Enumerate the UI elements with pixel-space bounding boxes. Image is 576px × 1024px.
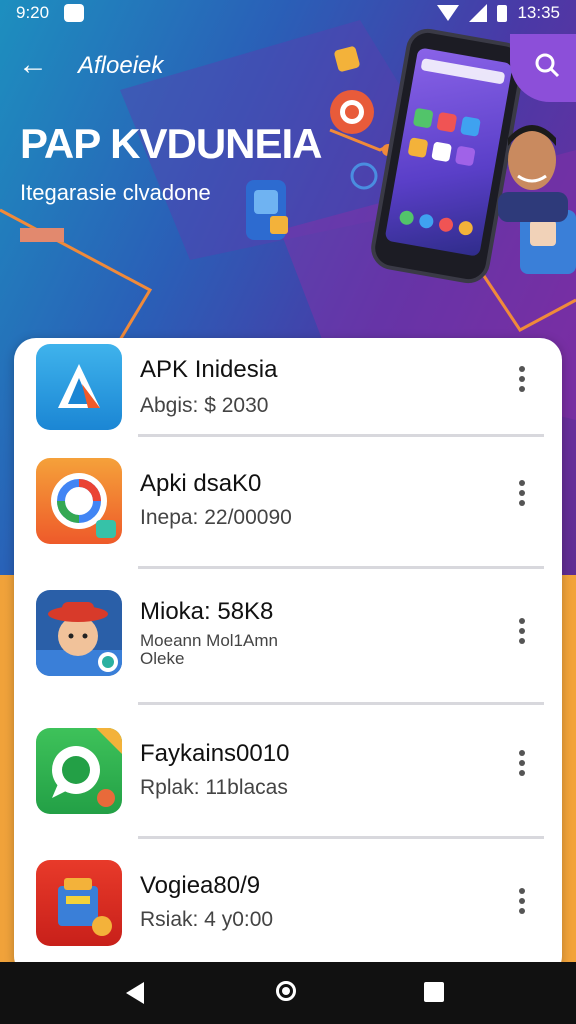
notification-icon <box>64 4 84 22</box>
app-name: APK Inidesia <box>140 356 278 383</box>
search-icon <box>535 53 560 78</box>
app-screen: 9:20 13:35 ← Afloeiek PAP KVDUNEIA Itega… <box>0 0 576 962</box>
app-name: Apki dsaK0 <box>140 470 262 497</box>
divider <box>138 566 544 569</box>
list-item[interactable]: Mioka: 58K8 Moeann Mol1Amn Oleke <box>14 588 562 708</box>
list-item[interactable]: Vogiea80/9 Rsiak: 4 y0:00 <box>14 858 562 962</box>
status-icons: 13:35 <box>437 3 560 23</box>
battery-icon <box>497 4 508 22</box>
app-meta: Inepa: 22/00090 <box>140 506 292 529</box>
app-meta: Abgis: $ 2030 <box>140 394 269 417</box>
hero-title: PAP KVDUNEIA <box>20 120 323 167</box>
more-vert-icon[interactable] <box>512 614 532 654</box>
chat-bubble-icon <box>36 728 122 814</box>
divider <box>138 702 544 705</box>
gear-g-icon <box>36 458 122 544</box>
app-meta: Rplak: 11blacas <box>140 776 288 799</box>
app-meta: Rsiak: 4 y0:00 <box>140 908 274 931</box>
app-meta: Moeann Mol1Amn <box>140 631 278 650</box>
hero-accent-bar <box>20 228 64 242</box>
app-name: Vogiea80/9 <box>140 872 261 899</box>
app-name: Mioka: 58K8 <box>140 598 274 625</box>
signal-icon <box>469 4 488 22</box>
list-item[interactable]: Faykains0010 Rplak: 11blacas <box>14 724 562 844</box>
back-button[interactable]: ← <box>18 48 58 82</box>
status-time: 9:20 <box>16 3 50 22</box>
more-vert-icon[interactable] <box>512 476 532 516</box>
app-meta-secondary: Oleke <box>140 649 185 668</box>
divider <box>138 434 544 437</box>
status-bar: 9:20 13:35 <box>0 0 576 28</box>
avatar-character-icon <box>36 590 122 676</box>
wifi-icon <box>437 5 460 21</box>
nav-home-icon[interactable] <box>276 981 296 1001</box>
app-name: Faykains0010 <box>140 740 290 767</box>
app-bar: ← Afloeiek <box>0 34 576 102</box>
divider <box>138 836 544 839</box>
app-list-card: APK Inidesia Abgis: $ 2030 Apki dsaK0 In… <box>14 338 562 962</box>
app-bar-title: Afloeiek <box>78 52 164 79</box>
toolbox-icon <box>36 860 122 946</box>
system-nav-bar <box>0 962 576 1024</box>
nav-back-icon[interactable] <box>126 982 144 1004</box>
more-vert-icon[interactable] <box>512 884 532 924</box>
hero-subtitle: Itegarasie clvadone <box>20 180 211 205</box>
status-clock: 13:35 <box>517 3 560 22</box>
person-illustration <box>498 125 568 222</box>
list-item[interactable]: Apki dsaK0 Inepa: 22/00090 <box>14 454 562 574</box>
more-vert-icon[interactable] <box>512 746 532 786</box>
nav-recents-icon[interactable] <box>424 982 444 1002</box>
list-item[interactable]: APK Inidesia Abgis: $ 2030 <box>14 338 562 458</box>
arrow-left-icon: ← <box>18 48 48 81</box>
more-vert-icon[interactable] <box>512 362 532 402</box>
apk-logo-icon <box>36 344 122 430</box>
